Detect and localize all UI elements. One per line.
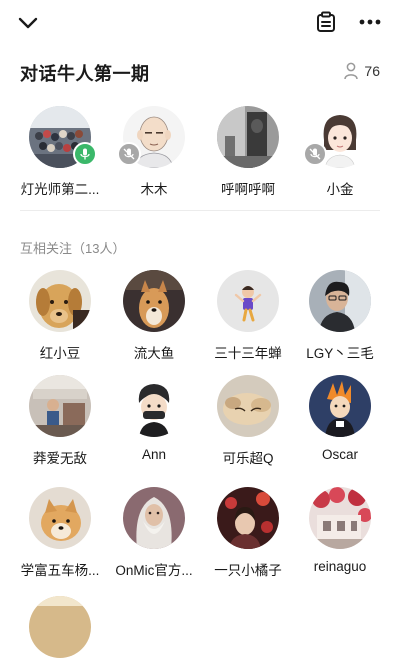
chevron-down-icon[interactable] xyxy=(16,12,40,34)
follow-item[interactable]: Ann xyxy=(108,375,200,462)
follow-name: 学富五车杨... xyxy=(20,563,100,578)
follow-item[interactable]: 可乐超Q xyxy=(202,375,294,467)
audience-count: 76 xyxy=(364,63,380,79)
section-divider xyxy=(20,210,380,211)
avatar xyxy=(309,487,371,549)
avatar xyxy=(29,487,91,549)
mutual-follow-label: 互相关注（13人） xyxy=(20,241,126,256)
notepad-icon[interactable] xyxy=(314,10,338,34)
avatar xyxy=(217,106,279,168)
follow-item[interactable]: Oscar xyxy=(294,375,386,462)
follow-name: 三十三年蝉 xyxy=(214,346,282,361)
avatar xyxy=(309,270,371,332)
speaker-name: 小金 xyxy=(326,182,354,197)
follow-item[interactable]: 红小豆 xyxy=(14,270,106,362)
follow-name: 可乐超Q xyxy=(222,451,274,466)
more-dots-icon[interactable] xyxy=(356,10,384,34)
follow-item[interactable]: reinaguo xyxy=(294,487,386,574)
avatar xyxy=(309,375,371,437)
mic-muted-icon xyxy=(303,142,327,166)
follow-item[interactable]: 流大鱼 xyxy=(108,270,200,362)
follow-name: reinaguo xyxy=(313,559,367,574)
follow-item[interactable]: 莽爱无敌 xyxy=(14,375,106,467)
top-bar xyxy=(0,0,400,46)
follow-name: 莽爱无敌 xyxy=(33,451,87,466)
speaker-name: 木木 xyxy=(140,182,168,197)
follow-item[interactable]: 一只小橘子 xyxy=(202,487,294,579)
speaker-item[interactable]: 小金 xyxy=(294,106,386,198)
follow-item[interactable]: 学富五车杨... xyxy=(14,487,106,579)
speaker-name: 灯光师第二... xyxy=(20,182,100,197)
follow-item[interactable]: 三十三年蝉 xyxy=(202,270,294,362)
room-title: 对话牛人第一期 xyxy=(20,64,150,84)
follow-name: OnMic官方... xyxy=(115,563,193,578)
speaker-item[interactable]: 呼啊呼啊 xyxy=(202,106,294,198)
avatar xyxy=(123,270,185,332)
follow-name: 红小豆 xyxy=(39,346,81,361)
follow-name: 流大鱼 xyxy=(133,346,175,361)
speaker-item[interactable]: 灯光师第二... xyxy=(14,106,106,198)
avatar xyxy=(217,270,279,332)
avatar xyxy=(29,375,91,437)
follow-item[interactable] xyxy=(14,596,106,658)
avatar xyxy=(217,487,279,549)
follow-item[interactable]: OnMic官方... xyxy=(108,487,200,579)
avatar xyxy=(29,596,91,658)
speaker-item[interactable]: 木木 xyxy=(108,106,200,198)
avatar xyxy=(123,487,185,549)
speaker-name: 呼啊呼啊 xyxy=(221,182,275,197)
mic-on-icon xyxy=(73,142,97,166)
follow-item[interactable]: LGY丶三毛 xyxy=(294,270,386,362)
avatar xyxy=(217,375,279,437)
person-outline-icon xyxy=(344,62,359,80)
follow-name: Oscar xyxy=(321,447,358,462)
mic-muted-icon xyxy=(117,142,141,166)
avatar xyxy=(29,270,91,332)
follow-name: LGY丶三毛 xyxy=(306,346,374,361)
avatar xyxy=(123,375,185,437)
follow-name: 一只小橘子 xyxy=(214,563,282,578)
audience-counter[interactable]: 76 xyxy=(344,62,380,80)
follow-name: Ann xyxy=(141,447,167,462)
